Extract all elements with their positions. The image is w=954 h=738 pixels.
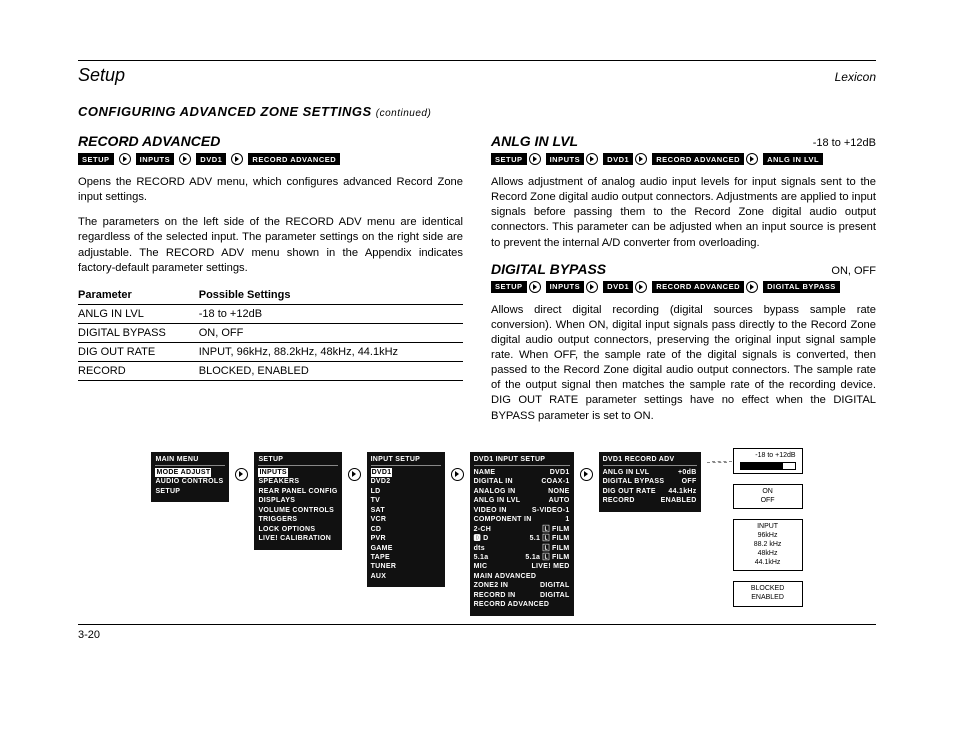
body-paragraph: Allows direct digital recording (digital… bbox=[491, 303, 876, 424]
menu-row: MAIN ADVANCED bbox=[474, 572, 570, 581]
section-title: CONFIGURING ADVANCED ZONE SETTINGS (cont… bbox=[78, 104, 876, 119]
table-row: DIG OUT RATEINPUT, 96kHz, 88.2kHz, 48kHz… bbox=[78, 342, 463, 361]
chevron-right-icon bbox=[529, 281, 541, 293]
menu-row: RECORDENABLED bbox=[603, 496, 697, 505]
menu-row: RECORD INDIGITAL bbox=[474, 591, 570, 600]
breadcrumb: SETUP INPUTS DVD1 RECORD ADVANCED bbox=[78, 153, 463, 165]
arrow-right-icon bbox=[451, 468, 464, 481]
value-box-anlg-level: -18 to +12dB bbox=[733, 448, 803, 474]
menu-navigation-diagram: MAIN MENU MODE ADJUST AUDIO CONTROLS SET… bbox=[78, 452, 876, 616]
menu-row: ANALOG INNONE bbox=[474, 487, 570, 496]
chevron-right-icon bbox=[586, 153, 598, 165]
body-paragraph: The parameters on the left side of the R… bbox=[78, 215, 463, 275]
arrow-right-icon bbox=[348, 468, 361, 481]
menu-row: NAMEDVD1 bbox=[474, 468, 570, 477]
menu-input-setup: INPUT SETUP DVD1 DVD2 LD TV SAT VCR CD P… bbox=[367, 452, 445, 588]
menu-row: VIDEO INS-VIDEO-1 bbox=[474, 506, 570, 515]
menu-row: DIGITAL BYPASSOFF bbox=[603, 477, 697, 486]
chevron-right-icon bbox=[119, 153, 131, 165]
continued-label: (continued) bbox=[376, 108, 432, 119]
chevron-right-icon bbox=[529, 153, 541, 165]
chevron-right-icon bbox=[635, 153, 647, 165]
menu-row: 🅳 D5.1 🄻 FILM bbox=[474, 534, 570, 543]
arrow-right-icon bbox=[235, 468, 248, 481]
digital-bypass-heading: DIGITAL BYPASS bbox=[491, 261, 606, 277]
record-advanced-heading: RECORD ADVANCED bbox=[78, 133, 220, 149]
chevron-right-icon bbox=[746, 281, 758, 293]
body-paragraph: Opens the RECORD ADV menu, which configu… bbox=[78, 175, 463, 205]
value-box-record: BLOCKED ENABLED bbox=[733, 581, 803, 606]
value-box-dig-out-rate: INPUT 96kHz 88.2 kHz 48kHz 44.1kHz bbox=[733, 519, 803, 571]
crumb-record-advanced: RECORD ADVANCED bbox=[248, 153, 340, 165]
menu-row: 5.1a5.1a 🄻 FILM bbox=[474, 553, 570, 562]
chevron-right-icon bbox=[231, 153, 243, 165]
table-header-parameter: Parameter bbox=[78, 286, 199, 305]
breadcrumb: SETUP INPUTS DVD1 RECORD ADVANCED DIGITA… bbox=[491, 281, 876, 293]
menu-row: ANLG IN LVL+0dB bbox=[603, 468, 697, 477]
menu-row: MICLIVE! MED bbox=[474, 562, 570, 571]
anlg-in-lvl-range: -18 to +12dB bbox=[813, 137, 876, 149]
value-options-column: -18 to +12dB ON OFF INPUT 96kHz 88.2 kHz… bbox=[733, 448, 803, 607]
menu-main: MAIN MENU MODE ADJUST AUDIO CONTROLS SET… bbox=[151, 452, 229, 503]
brand-name: Lexicon bbox=[835, 70, 876, 84]
table-header-settings: Possible Settings bbox=[199, 286, 463, 305]
crumb-inputs: INPUTS bbox=[136, 153, 175, 165]
crumb-dvd1: DVD1 bbox=[196, 153, 226, 165]
chapter-name: Setup bbox=[78, 65, 125, 86]
column-right: ANLG IN LVL -18 to +12dB SETUP INPUTS DV… bbox=[491, 127, 876, 434]
arrow-right-icon bbox=[580, 468, 593, 481]
chevron-right-icon bbox=[635, 281, 647, 293]
parameter-table: Parameter Possible Settings ANLG IN LVL-… bbox=[78, 286, 463, 381]
anlg-in-lvl-heading: ANLG IN LVL bbox=[491, 133, 578, 149]
crumb-setup: SETUP bbox=[78, 153, 114, 165]
menu-row: dts🄻 FILM bbox=[474, 544, 570, 553]
table-row: ANLG IN LVL-18 to +12dB bbox=[78, 304, 463, 323]
running-header: Setup Lexicon bbox=[78, 65, 876, 86]
body-paragraph: Allows adjustment of analog audio input … bbox=[491, 175, 876, 251]
menu-dvd1-input-setup: DVD1 INPUT SETUP NAMEDVD1DIGITAL INCOAX-… bbox=[470, 452, 574, 616]
menu-row: DIGITAL INCOAX-1 bbox=[474, 477, 570, 486]
menu-row: ANLG IN LVLAUTO bbox=[474, 496, 570, 505]
table-row: DIGITAL BYPASSON, OFF bbox=[78, 323, 463, 342]
menu-setup: SETUP INPUTS SPEAKERS REAR PANEL CONFIG … bbox=[254, 452, 341, 550]
menu-row: ZONE2 INDIGITAL bbox=[474, 581, 570, 590]
chevron-right-icon bbox=[586, 281, 598, 293]
breadcrumb: SETUP INPUTS DVD1 RECORD ADVANCED ANLG I… bbox=[491, 153, 876, 165]
menu-dvd1-record-adv: DVD1 RECORD ADV ANLG IN LVL+0dBDIGITAL B… bbox=[599, 452, 701, 512]
table-row: RECORDBLOCKED, ENABLED bbox=[78, 361, 463, 380]
section-title-text: CONFIGURING ADVANCED ZONE SETTINGS bbox=[78, 104, 372, 119]
menu-row: DIG OUT RATE44.1kHz bbox=[603, 487, 697, 496]
chevron-right-icon bbox=[746, 153, 758, 165]
chevron-right-icon bbox=[179, 153, 191, 165]
digital-bypass-range: ON, OFF bbox=[831, 265, 876, 277]
menu-row: 2-CH🄻 FILM bbox=[474, 525, 570, 534]
menu-row: RECORD ADVANCED bbox=[474, 600, 570, 609]
level-bar-icon bbox=[740, 462, 796, 470]
value-box-bypass: ON OFF bbox=[733, 484, 803, 509]
page-number: 3-20 bbox=[78, 624, 876, 641]
column-left: RECORD ADVANCED SETUP INPUTS DVD1 RECORD… bbox=[78, 127, 463, 434]
menu-row: COMPONENT IN1 bbox=[474, 515, 570, 524]
